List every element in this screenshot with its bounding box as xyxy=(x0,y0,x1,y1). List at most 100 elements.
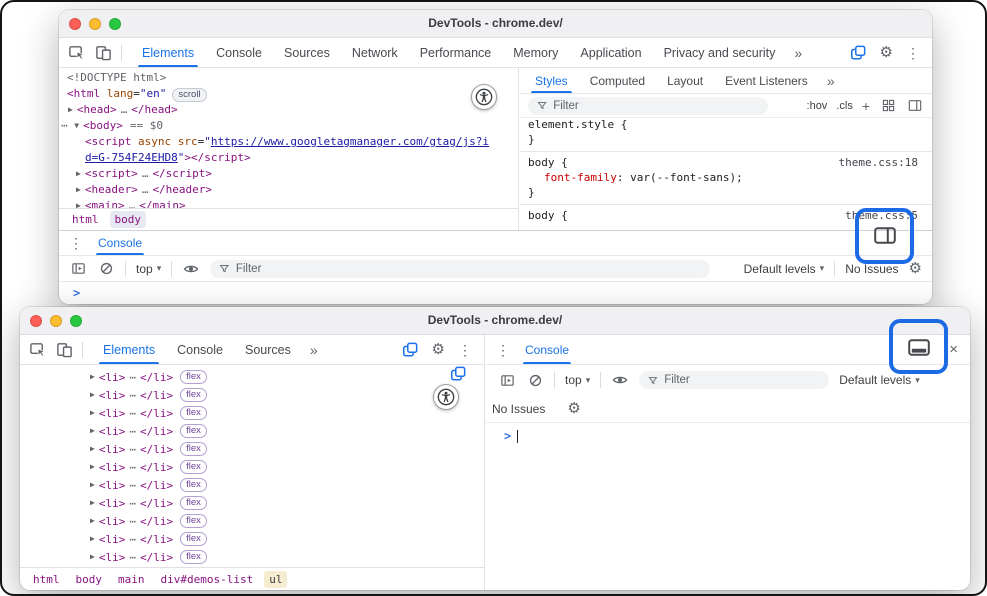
grid-icon[interactable] xyxy=(879,97,897,115)
collapsed-content-dots[interactable]: ⋯ xyxy=(129,407,136,420)
collapsed-content-dots[interactable]: … xyxy=(129,199,136,208)
close-button[interactable] xyxy=(69,18,81,30)
drawer-tab-console[interactable]: Console xyxy=(523,335,571,364)
minimize-button[interactable] xyxy=(89,18,101,30)
gtm-url-link[interactable]: https://www.googletagmanager.com/gtag/js… xyxy=(211,135,489,148)
panel-layout-icon[interactable] xyxy=(849,44,867,62)
collapsed-content-dots[interactable]: ⋯ xyxy=(129,425,136,438)
device-toolbar-icon[interactable] xyxy=(55,341,73,359)
gtm-url-link[interactable]: d=G-754F24EHD8 xyxy=(85,151,178,164)
zoom-button[interactable] xyxy=(70,315,82,327)
expand-arrow-icon[interactable]: ▶ xyxy=(90,408,95,417)
expand-arrow-icon[interactable]: ▶ xyxy=(90,552,95,561)
context-selector[interactable]: top▾ xyxy=(136,262,161,276)
tree-line-gtm-script-2[interactable]: d=G-754F24EHD8"></script> xyxy=(85,150,251,165)
collapsed-content-dots[interactable]: … xyxy=(142,183,149,196)
console-prompt[interactable]: > xyxy=(59,282,932,304)
stylesheet-source-link[interactable]: theme.css:18 xyxy=(839,156,918,170)
zoom-button[interactable] xyxy=(109,18,121,30)
close-icon[interactable]: × xyxy=(949,341,958,358)
flex-badge[interactable]: flex xyxy=(180,406,207,420)
collapsed-content-dots[interactable]: ⋯ xyxy=(129,461,136,474)
flex-badge[interactable]: flex xyxy=(180,442,207,456)
console-sidebar-icon[interactable] xyxy=(69,260,87,278)
tab-computed[interactable]: Computed xyxy=(579,68,656,93)
clear-console-icon[interactable] xyxy=(97,260,115,278)
tab-layout[interactable]: Layout xyxy=(656,68,714,93)
inspect-element-icon[interactable] xyxy=(28,341,46,359)
titlebar[interactable]: DevTools - chrome.dev/ xyxy=(59,10,932,38)
kebab-menu-icon[interactable]: ⋮ xyxy=(906,46,920,60)
expand-arrow-icon[interactable]: ▶ xyxy=(90,534,95,543)
log-levels-selector[interactable]: Default levels▾ xyxy=(744,262,825,276)
expand-arrow-icon[interactable]: ▶ xyxy=(90,426,95,435)
tree-row-li[interactable]: ▶<li>⋯</li>flex xyxy=(20,440,484,458)
tree-row-li[interactable]: ▶<li>⋯</li>flex xyxy=(20,530,484,548)
collapsed-content-dots[interactable]: ⋯ xyxy=(129,497,136,510)
collapsed-content-dots[interactable]: ⋯ xyxy=(129,533,136,546)
flex-badge[interactable]: flex xyxy=(180,496,207,510)
tab-sources[interactable]: Sources xyxy=(273,38,341,67)
tree-line-script[interactable]: ▶<script>…</script> xyxy=(76,166,212,181)
tab-elements[interactable]: Elements xyxy=(92,335,166,364)
gutter-dots-icon[interactable]: ⋯ xyxy=(61,119,68,132)
close-button[interactable] xyxy=(30,315,42,327)
breadcrumb-html[interactable]: html xyxy=(67,211,104,228)
new-style-rule-icon[interactable]: + xyxy=(862,98,870,114)
tree-row-li[interactable]: ▶<li>⋯</li>flex xyxy=(20,548,484,566)
expand-arrow-icon[interactable]: ▶ xyxy=(90,372,95,381)
sidebar-toggle-icon[interactable] xyxy=(906,97,924,115)
tab-memory[interactable]: Memory xyxy=(502,38,569,67)
inspect-element-icon[interactable] xyxy=(67,44,85,62)
collapse-arrow-icon[interactable]: ▼ xyxy=(74,118,79,133)
tree-line-gtm-script-1[interactable]: <script async src="https://www.googletag… xyxy=(85,134,489,149)
expand-arrow-icon[interactable]: ▶ xyxy=(76,166,81,181)
flex-badge[interactable]: flex xyxy=(180,514,207,528)
console-prompt[interactable]: > xyxy=(486,423,970,449)
collapsed-content-dots[interactable]: ⋯ xyxy=(129,515,136,528)
tab-event-listeners[interactable]: Event Listeners xyxy=(714,68,819,93)
accessibility-icon[interactable] xyxy=(433,384,459,410)
console-filter-field[interactable] xyxy=(236,263,701,275)
clear-console-icon[interactable] xyxy=(526,371,544,389)
expand-arrow-icon[interactable]: ▶ xyxy=(90,390,95,399)
tree-row-li[interactable]: ▶<li>⋯</li>flex xyxy=(20,422,484,440)
kebab-menu-icon[interactable]: ⋮ xyxy=(458,343,472,357)
breadcrumb-body[interactable]: body xyxy=(71,571,108,588)
expand-arrow-icon[interactable]: ▶ xyxy=(90,498,95,507)
tab-elements[interactable]: Elements xyxy=(131,38,205,67)
titlebar[interactable]: DevTools - chrome.dev/ xyxy=(20,307,970,335)
tree-row-li[interactable]: ▶<li>⋯</li>flex xyxy=(20,476,484,494)
collapsed-content-dots[interactable]: ⋯ xyxy=(129,389,136,402)
console-sidebar-icon[interactable] xyxy=(498,371,516,389)
tree-line-html[interactable]: <html lang="en"scroll xyxy=(67,86,207,101)
live-expression-eye-icon[interactable] xyxy=(182,260,200,278)
expand-arrow-icon[interactable]: ▶ xyxy=(90,516,95,525)
collapsed-content-dots[interactable]: ⋯ xyxy=(129,371,136,384)
tree-row-li[interactable]: ▶<li>⋯</li>flex xyxy=(20,386,484,404)
tree-row-li[interactable]: ▶<li>⋯</li>flex xyxy=(20,458,484,476)
collapsed-content-dots[interactable]: … xyxy=(142,167,149,180)
flex-badge[interactable]: flex xyxy=(180,424,207,438)
accessibility-icon[interactable] xyxy=(471,84,497,110)
tree-row-li[interactable]: ▶<li>⋯</li>flex xyxy=(20,368,484,386)
console-settings-gear-icon[interactable]: ⚙ xyxy=(909,261,922,276)
tab-sources[interactable]: Sources xyxy=(234,335,302,364)
expand-arrow-icon[interactable]: ▶ xyxy=(90,462,95,471)
styles-filter-field[interactable] xyxy=(553,100,759,112)
log-levels-selector[interactable]: Default levels▾ xyxy=(839,373,920,387)
rule-element-style[interactable]: element.style { xyxy=(520,118,932,132)
expand-arrow-icon[interactable]: ▶ xyxy=(90,444,95,453)
tree-row-li[interactable]: ▶<li>⋯</li>flex xyxy=(20,512,484,530)
device-toolbar-icon[interactable] xyxy=(94,44,112,62)
console-settings-gear-icon[interactable]: ⚙ xyxy=(567,401,580,416)
more-tabs-icon[interactable]: » xyxy=(819,68,843,93)
live-expression-eye-icon[interactable] xyxy=(611,371,629,389)
tab-network[interactable]: Network xyxy=(341,38,409,67)
collapsed-content-dots[interactable]: ⋯ xyxy=(129,443,136,456)
tree-line-main[interactable]: ▶<main>…</main> xyxy=(76,198,186,208)
tree-row-li[interactable]: ▶<li>⋯</li>flex xyxy=(20,404,484,422)
tree-line-head[interactable]: ▶<head>…</head> xyxy=(68,102,178,117)
context-selector[interactable]: top▾ xyxy=(565,373,590,387)
settings-gear-icon[interactable]: ⚙ xyxy=(880,45,893,60)
